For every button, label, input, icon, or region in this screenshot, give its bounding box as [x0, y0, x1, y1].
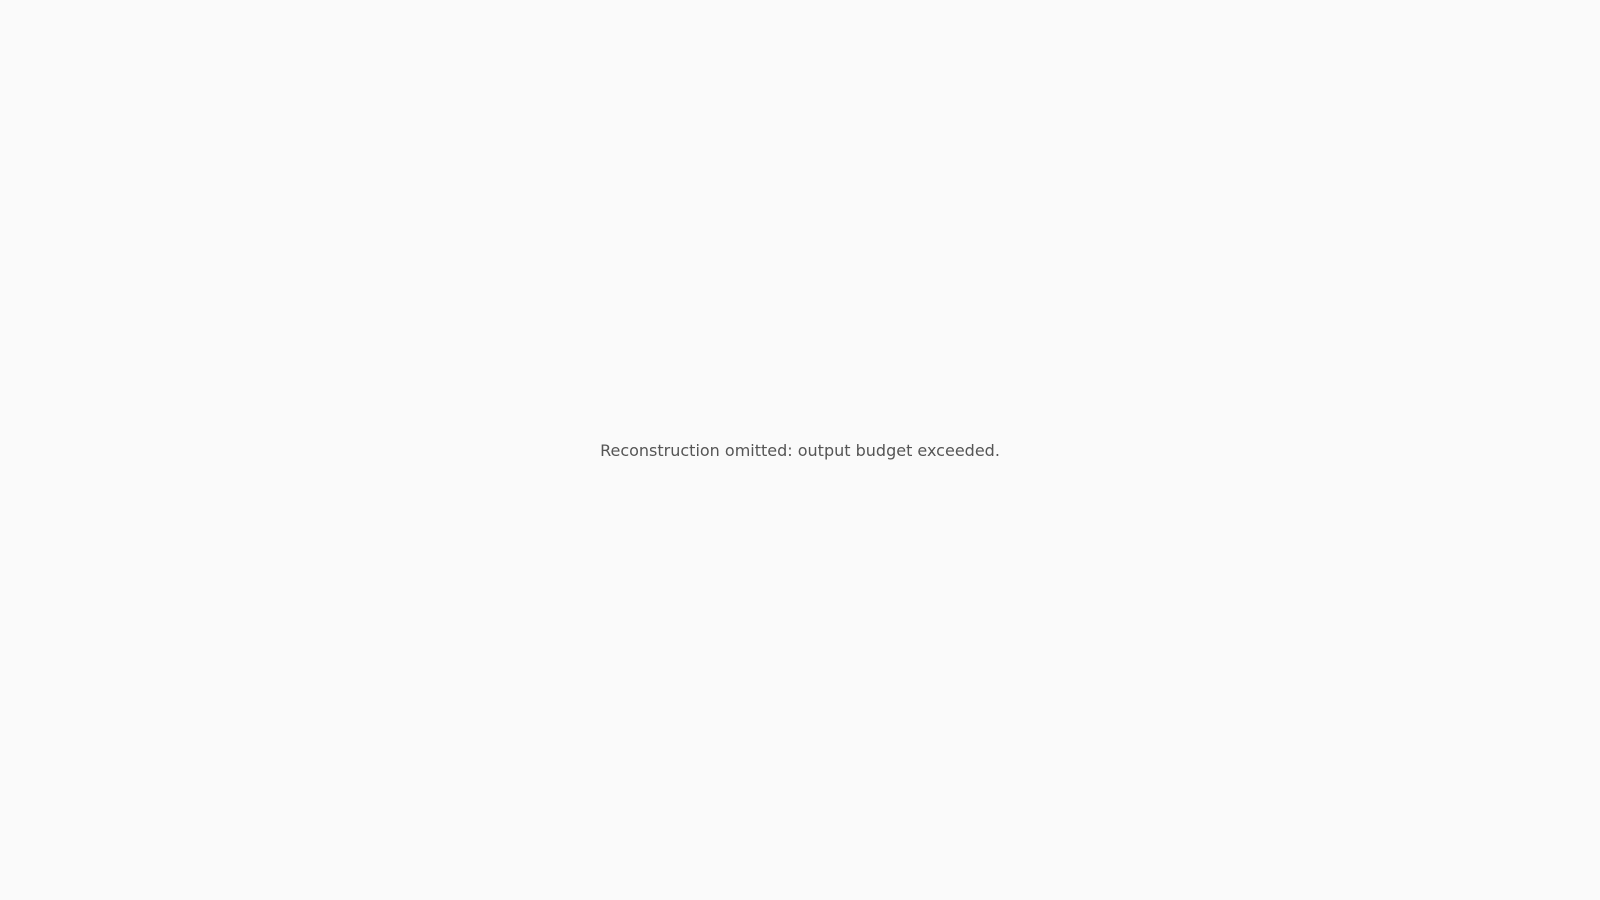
- placeholder-message: Reconstruction omitted: output budget ex…: [600, 440, 1000, 460]
